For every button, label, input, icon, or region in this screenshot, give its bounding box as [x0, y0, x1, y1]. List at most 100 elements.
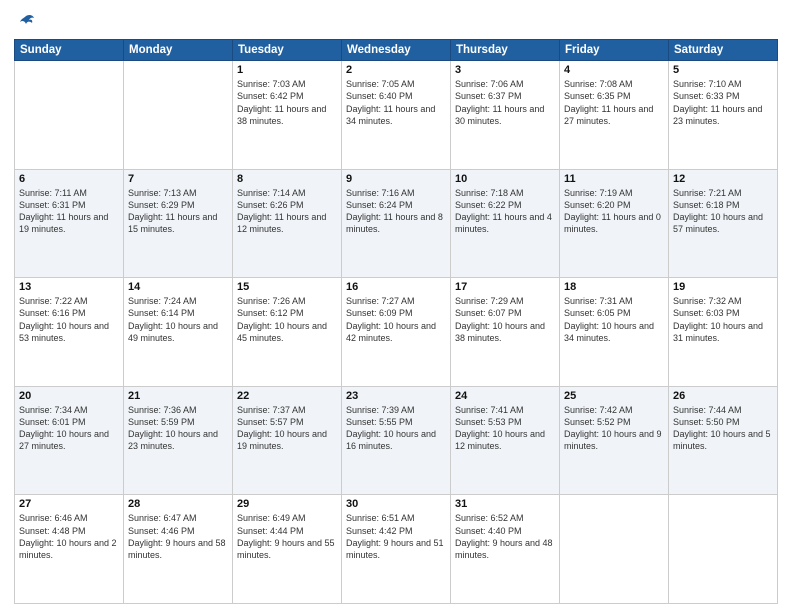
calendar-cell: 6 Sunrise: 7:11 AM Sunset: 6:31 PM Dayli…	[15, 169, 124, 278]
day-number: 14	[128, 281, 228, 293]
calendar-cell: 1 Sunrise: 7:03 AM Sunset: 6:42 PM Dayli…	[233, 61, 342, 170]
calendar-cell: 19 Sunrise: 7:32 AM Sunset: 6:03 PM Dayl…	[669, 278, 778, 387]
week-row-3: 13 Sunrise: 7:22 AM Sunset: 6:16 PM Dayl…	[15, 278, 778, 387]
day-number: 11	[564, 173, 664, 185]
calendar-cell: 9 Sunrise: 7:16 AM Sunset: 6:24 PM Dayli…	[342, 169, 451, 278]
day-info: Sunrise: 7:16 AM Sunset: 6:24 PM Dayligh…	[346, 187, 446, 236]
day-info: Sunrise: 7:24 AM Sunset: 6:14 PM Dayligh…	[128, 295, 228, 344]
week-row-5: 27 Sunrise: 6:46 AM Sunset: 4:48 PM Dayl…	[15, 495, 778, 604]
calendar-cell: 18 Sunrise: 7:31 AM Sunset: 6:05 PM Dayl…	[560, 278, 669, 387]
day-info: Sunrise: 6:49 AM Sunset: 4:44 PM Dayligh…	[237, 512, 337, 561]
calendar-cell: 5 Sunrise: 7:10 AM Sunset: 6:33 PM Dayli…	[669, 61, 778, 170]
week-row-1: 1 Sunrise: 7:03 AM Sunset: 6:42 PM Dayli…	[15, 61, 778, 170]
weekday-header-monday: Monday	[124, 40, 233, 61]
day-number: 20	[19, 390, 119, 402]
logo-text	[14, 12, 36, 32]
calendar-cell: 31 Sunrise: 6:52 AM Sunset: 4:40 PM Dayl…	[451, 495, 560, 604]
day-info: Sunrise: 7:19 AM Sunset: 6:20 PM Dayligh…	[564, 187, 664, 236]
day-number: 5	[673, 64, 773, 76]
day-number: 24	[455, 390, 555, 402]
calendar-cell: 28 Sunrise: 6:47 AM Sunset: 4:46 PM Dayl…	[124, 495, 233, 604]
day-number: 28	[128, 498, 228, 510]
weekday-header-tuesday: Tuesday	[233, 40, 342, 61]
day-number: 16	[346, 281, 446, 293]
week-row-4: 20 Sunrise: 7:34 AM Sunset: 6:01 PM Dayl…	[15, 386, 778, 495]
day-info: Sunrise: 7:36 AM Sunset: 5:59 PM Dayligh…	[128, 404, 228, 453]
day-info: Sunrise: 7:22 AM Sunset: 6:16 PM Dayligh…	[19, 295, 119, 344]
weekday-header-wednesday: Wednesday	[342, 40, 451, 61]
day-number: 8	[237, 173, 337, 185]
day-info: Sunrise: 7:21 AM Sunset: 6:18 PM Dayligh…	[673, 187, 773, 236]
day-info: Sunrise: 7:42 AM Sunset: 5:52 PM Dayligh…	[564, 404, 664, 453]
weekday-header-friday: Friday	[560, 40, 669, 61]
day-info: Sunrise: 7:32 AM Sunset: 6:03 PM Dayligh…	[673, 295, 773, 344]
bird-icon	[16, 12, 36, 32]
calendar-cell: 15 Sunrise: 7:26 AM Sunset: 6:12 PM Dayl…	[233, 278, 342, 387]
day-info: Sunrise: 7:34 AM Sunset: 6:01 PM Dayligh…	[19, 404, 119, 453]
day-info: Sunrise: 7:18 AM Sunset: 6:22 PM Dayligh…	[455, 187, 555, 236]
day-info: Sunrise: 7:11 AM Sunset: 6:31 PM Dayligh…	[19, 187, 119, 236]
day-number: 12	[673, 173, 773, 185]
day-info: Sunrise: 7:44 AM Sunset: 5:50 PM Dayligh…	[673, 404, 773, 453]
day-number: 4	[564, 64, 664, 76]
calendar-cell: 13 Sunrise: 7:22 AM Sunset: 6:16 PM Dayl…	[15, 278, 124, 387]
day-number: 6	[19, 173, 119, 185]
day-info: Sunrise: 7:39 AM Sunset: 5:55 PM Dayligh…	[346, 404, 446, 453]
day-info: Sunrise: 7:31 AM Sunset: 6:05 PM Dayligh…	[564, 295, 664, 344]
calendar-cell: 12 Sunrise: 7:21 AM Sunset: 6:18 PM Dayl…	[669, 169, 778, 278]
day-info: Sunrise: 7:37 AM Sunset: 5:57 PM Dayligh…	[237, 404, 337, 453]
calendar-cell: 11 Sunrise: 7:19 AM Sunset: 6:20 PM Dayl…	[560, 169, 669, 278]
calendar-cell: 24 Sunrise: 7:41 AM Sunset: 5:53 PM Dayl…	[451, 386, 560, 495]
header	[14, 12, 778, 33]
day-number: 1	[237, 64, 337, 76]
calendar-cell: 3 Sunrise: 7:06 AM Sunset: 6:37 PM Dayli…	[451, 61, 560, 170]
day-info: Sunrise: 7:27 AM Sunset: 6:09 PM Dayligh…	[346, 295, 446, 344]
calendar-cell: 21 Sunrise: 7:36 AM Sunset: 5:59 PM Dayl…	[124, 386, 233, 495]
day-number: 27	[19, 498, 119, 510]
day-info: Sunrise: 7:29 AM Sunset: 6:07 PM Dayligh…	[455, 295, 555, 344]
calendar-cell: 29 Sunrise: 6:49 AM Sunset: 4:44 PM Dayl…	[233, 495, 342, 604]
calendar-table: SundayMondayTuesdayWednesdayThursdayFrid…	[14, 39, 778, 604]
calendar-cell: 4 Sunrise: 7:08 AM Sunset: 6:35 PM Dayli…	[560, 61, 669, 170]
day-info: Sunrise: 7:10 AM Sunset: 6:33 PM Dayligh…	[673, 78, 773, 127]
calendar-cell: 27 Sunrise: 6:46 AM Sunset: 4:48 PM Dayl…	[15, 495, 124, 604]
calendar-cell: 22 Sunrise: 7:37 AM Sunset: 5:57 PM Dayl…	[233, 386, 342, 495]
week-row-2: 6 Sunrise: 7:11 AM Sunset: 6:31 PM Dayli…	[15, 169, 778, 278]
day-number: 13	[19, 281, 119, 293]
calendar-cell: 8 Sunrise: 7:14 AM Sunset: 6:26 PM Dayli…	[233, 169, 342, 278]
calendar-cell: 16 Sunrise: 7:27 AM Sunset: 6:09 PM Dayl…	[342, 278, 451, 387]
calendar-cell: 14 Sunrise: 7:24 AM Sunset: 6:14 PM Dayl…	[124, 278, 233, 387]
day-info: Sunrise: 6:46 AM Sunset: 4:48 PM Dayligh…	[19, 512, 119, 561]
calendar-cell: 20 Sunrise: 7:34 AM Sunset: 6:01 PM Dayl…	[15, 386, 124, 495]
calendar-cell	[15, 61, 124, 170]
day-number: 17	[455, 281, 555, 293]
calendar-cell: 17 Sunrise: 7:29 AM Sunset: 6:07 PM Dayl…	[451, 278, 560, 387]
day-number: 15	[237, 281, 337, 293]
logo	[14, 12, 36, 33]
day-number: 19	[673, 281, 773, 293]
day-number: 30	[346, 498, 446, 510]
day-info: Sunrise: 7:13 AM Sunset: 6:29 PM Dayligh…	[128, 187, 228, 236]
day-number: 2	[346, 64, 446, 76]
weekday-header-sunday: Sunday	[15, 40, 124, 61]
calendar-cell	[124, 61, 233, 170]
day-number: 29	[237, 498, 337, 510]
day-info: Sunrise: 7:41 AM Sunset: 5:53 PM Dayligh…	[455, 404, 555, 453]
day-number: 31	[455, 498, 555, 510]
weekday-header-row: SundayMondayTuesdayWednesdayThursdayFrid…	[15, 40, 778, 61]
day-number: 10	[455, 173, 555, 185]
day-info: Sunrise: 6:52 AM Sunset: 4:40 PM Dayligh…	[455, 512, 555, 561]
day-number: 7	[128, 173, 228, 185]
day-info: Sunrise: 7:26 AM Sunset: 6:12 PM Dayligh…	[237, 295, 337, 344]
day-number: 26	[673, 390, 773, 402]
calendar-cell: 7 Sunrise: 7:13 AM Sunset: 6:29 PM Dayli…	[124, 169, 233, 278]
weekday-header-saturday: Saturday	[669, 40, 778, 61]
calendar-cell: 23 Sunrise: 7:39 AM Sunset: 5:55 PM Dayl…	[342, 386, 451, 495]
day-number: 25	[564, 390, 664, 402]
day-number: 3	[455, 64, 555, 76]
day-info: Sunrise: 7:14 AM Sunset: 6:26 PM Dayligh…	[237, 187, 337, 236]
day-number: 22	[237, 390, 337, 402]
day-info: Sunrise: 7:06 AM Sunset: 6:37 PM Dayligh…	[455, 78, 555, 127]
calendar-cell	[560, 495, 669, 604]
calendar-cell: 10 Sunrise: 7:18 AM Sunset: 6:22 PM Dayl…	[451, 169, 560, 278]
